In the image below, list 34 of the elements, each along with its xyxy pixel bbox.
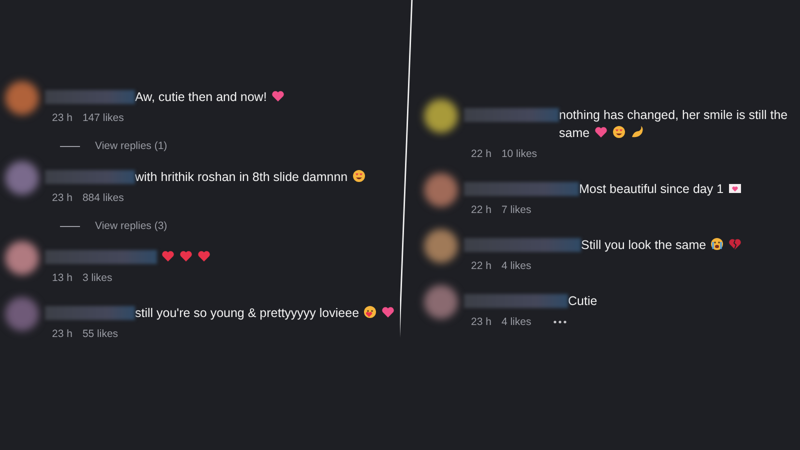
likes-count[interactable]: 884 likes bbox=[82, 192, 124, 204]
avatar[interactable] bbox=[424, 285, 458, 319]
view-replies-link[interactable]: View replies (1) bbox=[95, 140, 168, 152]
comment-text: Still you look the same bbox=[581, 238, 706, 252]
time-label: 23 h bbox=[52, 328, 72, 340]
time-label: 23 h bbox=[471, 316, 492, 328]
likes-count[interactable]: 4 likes bbox=[501, 260, 532, 272]
view-replies-link[interactable]: View replies (3) bbox=[95, 220, 168, 232]
likes-count[interactable]: 10 likes bbox=[501, 148, 538, 160]
time-label: 22 h bbox=[471, 148, 492, 160]
avatar[interactable] bbox=[5, 297, 39, 331]
time-label: 23 h bbox=[52, 192, 72, 204]
time-label: 22 h bbox=[471, 204, 492, 216]
avatar[interactable] bbox=[5, 81, 39, 115]
more-icon[interactable] bbox=[553, 320, 568, 324]
comment-text: nothing has changed, her smile is still the same bbox=[559, 108, 788, 140]
avatar[interactable] bbox=[424, 173, 458, 207]
avatar[interactable] bbox=[424, 99, 458, 133]
comment-text: still you're so young & prettyyyyy lovieee bbox=[135, 306, 360, 320]
likes-count[interactable]: 147 likes bbox=[82, 112, 124, 124]
avatar[interactable] bbox=[5, 161, 39, 195]
avatar[interactable] bbox=[424, 229, 458, 263]
comment-text: Cutie bbox=[568, 294, 598, 308]
likes-count[interactable]: 55 likes bbox=[82, 328, 118, 340]
comment-text: Most beautiful since day 1 bbox=[579, 182, 724, 196]
likes-count[interactable]: 7 likes bbox=[501, 204, 532, 216]
time-label: 13 h bbox=[52, 272, 72, 284]
likes-count[interactable]: 4 likes bbox=[501, 316, 532, 328]
time-label: 23 h bbox=[52, 112, 72, 124]
comment-text: Aw, cutie then and now! bbox=[135, 90, 267, 104]
likes-count[interactable]: 3 likes bbox=[82, 272, 112, 284]
avatar[interactable] bbox=[5, 241, 39, 275]
comment-text: with hrithik roshan in 8th slide damnnn bbox=[135, 170, 348, 184]
time-label: 22 h bbox=[471, 260, 492, 272]
